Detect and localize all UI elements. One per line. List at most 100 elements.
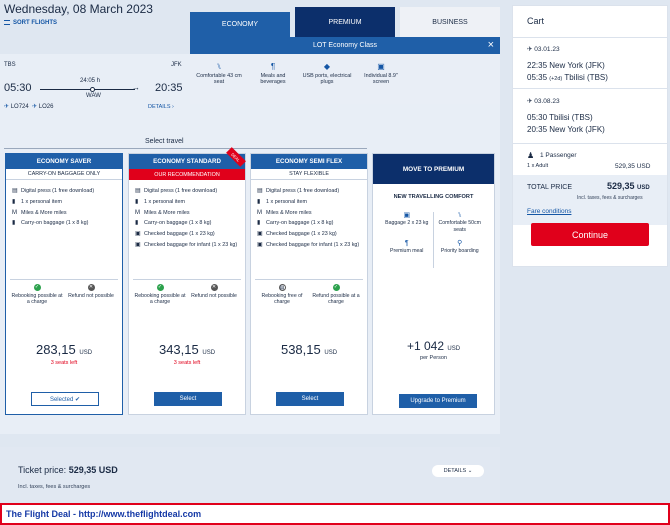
fare-price: 283,15 USD	[35, 342, 93, 357]
list-item: ▮ Carry-on baggage (1 x 8 kg)	[257, 220, 334, 227]
divider	[512, 143, 668, 144]
divider	[4, 148, 367, 149]
continue-button[interactable]: Continue	[531, 223, 649, 246]
press-icon: ▤	[135, 188, 141, 194]
cart-title: Cart	[527, 16, 545, 26]
footer-banner: The Flight Deal - http://www.theflightde…	[0, 503, 670, 525]
sort-icon	[4, 20, 10, 25]
premium-per: per Person	[420, 355, 447, 361]
flight-duration: 24:05 h	[80, 78, 101, 84]
suitcase-icon: ▣	[135, 241, 141, 248]
check-icon: ✓	[332, 284, 340, 291]
premium-title: MOVE TO PREMIUM	[373, 154, 494, 184]
luggage-icon: ▮	[135, 220, 139, 227]
total-label: TOTAL PRICE	[527, 184, 572, 191]
list-item: ▮ Carry-on baggage (1 x 8 kg)	[12, 220, 89, 227]
list-item: ▮ 1 x personal item	[257, 198, 308, 205]
arrow-right-icon: →	[132, 83, 140, 92]
feature-seat: ⑊ Comfortable 50cm seats	[434, 212, 487, 240]
page-title: Wednesday, 08 March 2023	[4, 2, 153, 16]
selected-button[interactable]: Selected ✔	[31, 392, 99, 406]
calendar-icon: ▤	[278, 284, 286, 291]
plug-icon: ◆	[323, 62, 331, 71]
fare-subtitle: CARRY-ON BAGGAGE ONLY	[6, 169, 122, 180]
fare-card-economy-standard[interactable]: ECONOMY STANDARD OUR RECOMMENDATION ▤ Dig…	[128, 153, 246, 415]
plane-icon: ✈	[32, 104, 38, 110]
fare-options: ✓ Rebooking possible at a charge ✕ Refund …	[133, 279, 241, 305]
list-item: ▣ Checked baggage for infant (1 x 23 kg)	[135, 241, 238, 248]
suitcase-icon: ▣	[135, 231, 141, 238]
origin-code: TBS	[4, 62, 16, 68]
route-line	[40, 89, 135, 90]
fare-name: ECONOMY STANDARD	[129, 154, 245, 169]
fare-price: 343,15 USD	[158, 342, 216, 357]
press-icon: ▤	[12, 188, 18, 194]
fare-card-economy-saver[interactable]: ECONOMY SAVER CARRY-ON BAGGAGE ONLY ▤ Dig…	[5, 153, 123, 415]
adult-label: 1 x Adult	[527, 163, 549, 169]
tab-business[interactable]: BUSINESS	[400, 7, 500, 37]
fare-subtitle: OUR RECOMMENDATION	[129, 169, 245, 180]
suitcase-icon: ▣	[257, 241, 263, 248]
seat-icon: ⑊	[216, 62, 222, 71]
fare-name: ECONOMY SEMI FLEX	[251, 154, 367, 169]
suitcase-icon: ▣	[403, 212, 411, 219]
seats-left: 3 seats left	[173, 360, 201, 366]
list-item: ▤ Digital press (1 free download)	[257, 188, 340, 194]
select-button[interactable]: Select	[154, 392, 222, 406]
plane-icon: ✈	[4, 104, 10, 110]
feature-usb: ◆ USB ports, electrical plugs	[302, 62, 352, 86]
premium-price: +1 042 USD	[406, 339, 461, 353]
fare-conditions-link[interactable]: Fare conditions	[527, 208, 571, 215]
ticket-price-note: Incl. taxes, fees & surcharges	[18, 484, 91, 490]
list-item: ▤ Digital press (1 free download)	[135, 188, 218, 194]
outbound-arrival: 05:35 (+2d) Tbilisi (TBS)	[527, 73, 608, 82]
miles-icon: M	[135, 209, 140, 216]
passenger-count: 1 Passenger	[540, 152, 577, 159]
list-item: ▣ Checked baggage for infant (1 x 23 kg)	[257, 241, 360, 248]
feature-screen: ▣ Individual 8.9" screen	[356, 62, 406, 86]
departure-time: 05:30	[4, 82, 32, 94]
fare-options: ✓ Rebooking possible at a charge ✕ Refund …	[10, 279, 118, 305]
plane-icon: ✈	[527, 98, 533, 105]
fare-options: ▤ Rebooking free of charge ✓ Refund possib…	[255, 279, 363, 305]
list-item: ▮ Carry-on baggage (1 x 8 kg)	[135, 220, 212, 227]
tab-premium[interactable]: PREMIUM	[295, 7, 395, 37]
close-icon[interactable]: ×	[488, 39, 494, 51]
divider	[512, 37, 668, 38]
list-item: ▮ 1 x personal item	[12, 198, 63, 205]
list-item: M Miles & More miles	[12, 209, 67, 216]
feature-boarding: ⚲ Priority boarding	[434, 240, 487, 268]
economy-features: ⑊ Comfortable 43 cm seat ¶ Meals and bever…	[190, 54, 500, 104]
fare-subtitle: STAY FLEXIBLE	[251, 169, 367, 180]
list-item: ▣ Checked baggage (1 x 23 kg)	[257, 231, 337, 238]
feature-meals: ¶ Meals and beverages	[248, 62, 298, 86]
divider	[512, 88, 668, 89]
flight-details-link[interactable]: DETAILS ›	[148, 104, 174, 110]
stopover-dot	[90, 87, 95, 92]
tab-economy[interactable]: ECONOMY	[190, 12, 290, 37]
upgrade-premium-button[interactable]: Upgrade to Premium	[399, 394, 477, 408]
press-icon: ▤	[257, 188, 263, 194]
outbound-date: ✈ 03.01.23	[527, 46, 560, 53]
miles-icon: M	[12, 209, 17, 216]
return-departure: 05:30 Tbilisi (TBS)	[527, 113, 593, 122]
fare-card-economy-semi-flex[interactable]: ECONOMY SEMI FLEX STAY FLEXIBLE ▤ Digital…	[250, 153, 368, 415]
premium-features: ▣ Baggage 2 x 23 kg ⑊ Comfortable 50cm sea…	[381, 212, 486, 268]
ticket-details-button[interactable]: DETAILS ⌄	[432, 465, 484, 477]
cross-icon: ✕	[210, 284, 218, 291]
seats-left: 3 seats left	[50, 360, 78, 366]
return-arrival: 20:35 New York (JFK)	[527, 125, 605, 134]
list-item: ▮ 1 x personal item	[135, 198, 186, 205]
seat-icon: ⑊	[457, 212, 462, 219]
feature-meal: ¶ Premium meal	[381, 240, 434, 268]
check-icon: ✓	[156, 284, 164, 291]
bag-icon: ▮	[12, 198, 16, 205]
list-item: M Miles & More miles	[257, 209, 312, 216]
premium-upsell-card: MOVE TO PREMIUM NEW TRAVELLING COMFORT ▣…	[372, 153, 495, 415]
premium-subtitle: NEW TRAVELLING COMFORT	[393, 194, 474, 200]
select-button[interactable]: Select	[276, 392, 344, 406]
cross-icon: ✕	[87, 284, 95, 291]
return-date: ✈ 03.08.23	[527, 98, 560, 105]
arrival-time: 20:35	[155, 82, 183, 94]
sort-flights-link[interactable]: SORT FLIGHTS	[4, 20, 57, 26]
